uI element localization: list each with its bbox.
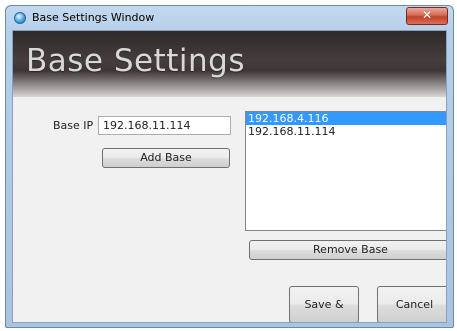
client-area: Base Settings Base IP : Add Base 192.168…: [12, 30, 447, 323]
content-panel: Base IP : Add Base 192.168.4.116192.168.…: [13, 97, 446, 322]
save-and-close-button[interactable]: Save & Close: [289, 286, 359, 322]
banner-title: Base Settings: [26, 43, 245, 79]
list-item[interactable]: 192.168.4.116: [246, 112, 446, 125]
base-ip-list[interactable]: 192.168.4.116 192.168.11.114: [245, 111, 446, 231]
title-bar[interactable]: Base Settings Window ✕: [6, 6, 453, 30]
list-item[interactable]: 192.168.11.114: [246, 125, 446, 138]
close-icon: ✕: [421, 8, 433, 22]
base-ip-input[interactable]: [98, 116, 231, 135]
close-button[interactable]: ✕: [406, 7, 448, 25]
app-icon: [14, 12, 26, 24]
base-settings-window: Base Settings Window ✕ Base Settings Bas…: [5, 5, 454, 328]
remove-base-button[interactable]: Remove Base: [249, 240, 446, 260]
base-ip-label: Base IP :: [53, 119, 101, 132]
cancel-button[interactable]: Cancel: [377, 286, 446, 322]
window-title: Base Settings Window: [32, 11, 155, 24]
add-base-button[interactable]: Add Base: [102, 148, 230, 168]
header-banner: Base Settings: [13, 31, 446, 97]
